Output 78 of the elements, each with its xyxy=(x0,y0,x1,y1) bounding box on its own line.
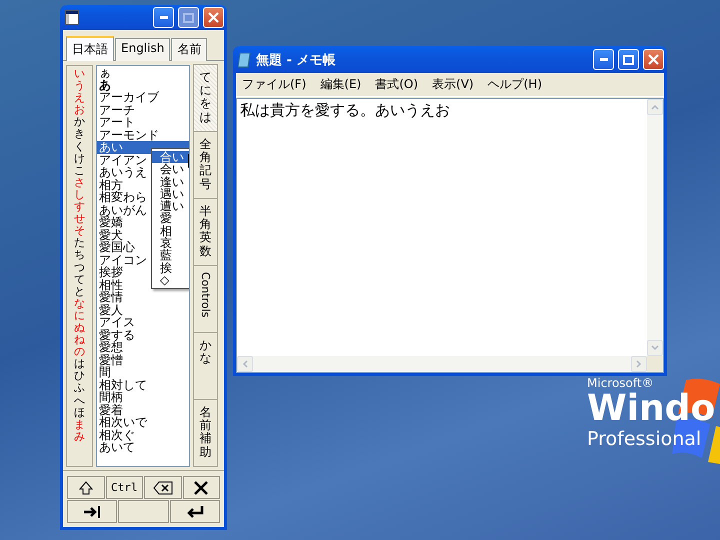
candidate-item[interactable]: アート xyxy=(97,116,189,128)
maximize-button[interactable] xyxy=(618,49,639,70)
window-icon xyxy=(65,10,79,25)
menu-item[interactable]: ヘルプ(H) xyxy=(488,76,542,93)
backspace-icon xyxy=(152,480,173,494)
menu-item[interactable]: 編集(E) xyxy=(320,76,362,93)
text-area[interactable]: 私は貴方を愛する。あいうえお xyxy=(236,98,664,373)
popup-item[interactable]: ◇ xyxy=(152,274,189,286)
candidate-item[interactable]: アーチ xyxy=(97,104,189,116)
enter-key[interactable] xyxy=(170,500,220,523)
candidate-item[interactable]: あ xyxy=(97,78,189,91)
edition-text: Professional xyxy=(587,428,702,450)
close-button[interactable] xyxy=(643,49,664,70)
candidate-item[interactable]: アイス xyxy=(97,316,189,328)
maximize-icon xyxy=(183,12,194,22)
kana-group[interactable]: はひふへほ xyxy=(74,358,85,419)
maker-text: Microsoft® xyxy=(587,376,655,390)
side-tab[interactable]: 名前補助 xyxy=(193,399,218,467)
candidate-item[interactable]: 間 xyxy=(97,366,189,378)
candidate-item[interactable]: 間柄 xyxy=(97,391,189,404)
document-text: 私は貴方を愛する。あいうえお xyxy=(239,100,451,121)
minimize-button[interactable] xyxy=(153,7,174,28)
popup-item[interactable]: 相 xyxy=(152,224,189,238)
candidate-item[interactable]: 愛する xyxy=(97,328,189,341)
minimize-icon xyxy=(160,16,168,19)
popup-item[interactable]: 遭い xyxy=(152,200,189,212)
popup-item[interactable]: 愛 xyxy=(152,212,189,225)
side-tab[interactable]: Controls xyxy=(193,265,218,333)
maximize-button[interactable] xyxy=(178,7,199,28)
kana-group[interactable]: たちつてと xyxy=(74,237,85,298)
backspace-key[interactable] xyxy=(144,476,182,499)
close-key[interactable] xyxy=(182,476,220,499)
close-icon xyxy=(208,12,219,23)
popup-item[interactable]: 遇い xyxy=(152,188,189,200)
candidate-item[interactable]: 愛情 xyxy=(97,291,189,304)
candidate-item[interactable]: 愛憎 xyxy=(97,354,189,366)
candidate-item[interactable]: ぁ xyxy=(97,66,189,78)
side-tab[interactable]: てにをは xyxy=(193,64,218,132)
candidate-item[interactable]: あいて xyxy=(97,441,189,454)
ctrl-key[interactable]: Ctrl xyxy=(106,476,143,499)
candidate-item[interactable]: 愛人 xyxy=(97,304,189,316)
close-icon xyxy=(648,54,659,65)
shift-arrow-icon xyxy=(78,480,93,494)
tab[interactable]: 名前 xyxy=(171,38,208,61)
shift-key[interactable] xyxy=(67,476,104,499)
size-grip[interactable] xyxy=(647,356,663,372)
minimize-button[interactable] xyxy=(593,49,614,70)
menu-item[interactable]: 表示(V) xyxy=(432,76,474,93)
candidate-item[interactable]: 相対して xyxy=(97,378,189,391)
side-tab[interactable]: 半角英数 xyxy=(193,198,218,266)
x-icon xyxy=(194,480,208,494)
kana-group[interactable]: かきくけこ xyxy=(74,116,85,177)
candidate-item[interactable]: 愛着 xyxy=(97,404,189,416)
popup-item[interactable]: 合い xyxy=(152,151,189,164)
side-tab[interactable]: 全角記号 xyxy=(193,131,218,199)
menu-item[interactable]: 書式(O) xyxy=(375,76,418,93)
candidate-item[interactable]: アーモンド xyxy=(97,128,189,141)
tab-arrow-icon xyxy=(84,506,101,518)
candidate-item[interactable]: 相次ぐ xyxy=(97,428,189,441)
enter-arrow-icon xyxy=(186,506,204,518)
popup-item[interactable]: 挨 xyxy=(152,262,189,274)
popup-item[interactable]: 哀 xyxy=(152,237,189,250)
menu-item[interactable]: ファイル(F) xyxy=(242,76,306,93)
minimize-icon xyxy=(600,58,608,61)
tab-key[interactable] xyxy=(67,500,118,523)
popup-item[interactable]: 会い xyxy=(152,163,189,176)
tab[interactable]: English xyxy=(115,38,170,61)
side-tab[interactable]: かな xyxy=(193,332,218,400)
popup-item[interactable]: 藍 xyxy=(152,249,189,262)
candidate-item[interactable]: 愛想 xyxy=(97,341,189,354)
tab[interactable]: 日本語 xyxy=(66,36,114,61)
window-title: 無題 - メモ帳 xyxy=(256,52,336,68)
maximize-icon xyxy=(623,54,634,64)
notepad-icon xyxy=(238,52,252,68)
close-button[interactable] xyxy=(203,7,224,28)
popup-item[interactable]: 逢い xyxy=(152,176,189,188)
candidate-item[interactable]: アーカイブ xyxy=(97,91,189,104)
candidate-item[interactable]: 相次いで xyxy=(97,416,189,428)
